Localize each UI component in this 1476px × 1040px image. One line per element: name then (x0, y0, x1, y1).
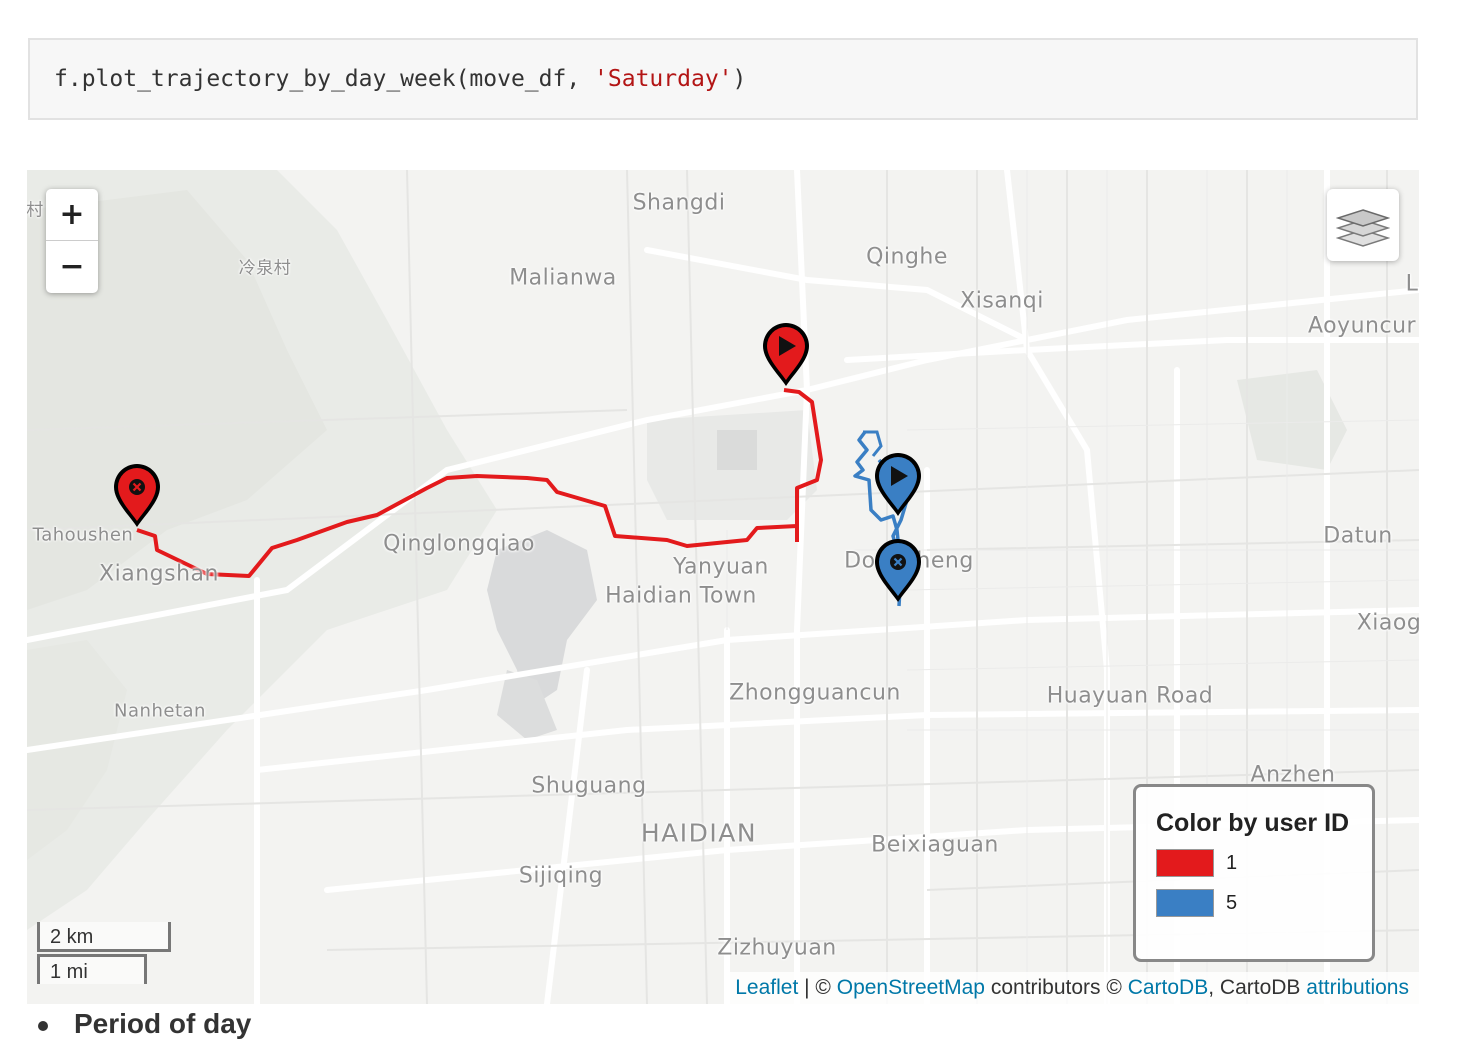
place-label: Qinghe (866, 244, 948, 270)
place-label: Beixiaguan (871, 832, 999, 858)
marker-user-1-start[interactable] (760, 320, 812, 388)
attribution-text: contributors © (985, 976, 1128, 999)
place-label: Shangdi (632, 190, 726, 216)
place-label: HAIDIAN (640, 818, 758, 848)
legend-title: Color by user ID (1156, 809, 1350, 837)
marker-user-5-start[interactable] (872, 450, 924, 518)
place-label: Huayuan Road (1046, 683, 1214, 709)
legend: Color by user ID 1 5 (1133, 784, 1375, 962)
openstreetmap-link[interactable]: OpenStreetMap (837, 976, 985, 999)
bullet-icon (38, 1020, 48, 1031)
place-label: Qinglongqiao (383, 531, 535, 557)
zoom-control: + − (46, 189, 98, 293)
layers-control-button[interactable] (1327, 189, 1399, 261)
place-label: L (1405, 271, 1419, 297)
place-label: Xisanqi (960, 288, 1044, 314)
place-label: Zhongguancun (729, 680, 901, 706)
place-label: Zizhuyuan (717, 935, 837, 961)
place-label: Yanyuan (673, 554, 769, 580)
place-label: Xiangshan (99, 561, 219, 587)
section-heading: Period of day (38, 1008, 251, 1040)
scale-mi: 1 mi (37, 954, 147, 984)
place-label: Aoyuncur (1307, 313, 1417, 339)
place-label: 村 (27, 200, 44, 221)
times-circle-icon (129, 479, 145, 495)
section-heading-text: Period of day (74, 1008, 252, 1039)
place-label: Sijiqing (518, 863, 604, 889)
legend-label: 1 (1226, 851, 1238, 874)
layers-icon (1336, 209, 1390, 247)
legend-label: 5 (1226, 891, 1238, 914)
times-circle-icon (890, 554, 906, 570)
place-label: Datun (1323, 523, 1393, 549)
legend-item: 5 (1156, 888, 1372, 918)
attribution-text: | © (798, 976, 837, 999)
place-label: Malianwa (509, 265, 617, 291)
zoom-out-button[interactable]: − (46, 241, 98, 292)
legend-swatch (1156, 849, 1214, 877)
marker-user-5-end[interactable] (872, 536, 924, 604)
leaflet-link[interactable]: Leaflet (735, 976, 798, 999)
place-label: Nanhetan (114, 700, 206, 722)
place-label: Shuguang (531, 773, 647, 799)
map-container[interactable]: 村 Shangdi 冷泉村 Malianwa Qinghe Xisanqi Ao… (27, 170, 1419, 1004)
scale-bar: 2 km 1 mi (37, 922, 177, 994)
code-line: f.plot_trajectory_by_day_week(move_df, '… (54, 66, 746, 92)
place-label: Haidian Town (605, 583, 757, 609)
zoom-in-button[interactable]: + (46, 189, 98, 241)
code-suffix: ) (732, 66, 747, 92)
code-prefix: f.plot_trajectory_by_day_week(move_df, (54, 66, 595, 92)
cartodb-link[interactable]: CartoDB (1128, 976, 1209, 999)
legend-item: 1 (1156, 848, 1372, 878)
marker-user-1-end[interactable] (111, 461, 163, 529)
code-string-arg: 'Saturday' (594, 66, 733, 92)
place-label: 冷泉村 (238, 258, 292, 279)
attribution-text: , CartoDB (1208, 976, 1307, 999)
attributions-link[interactable]: attributions (1306, 976, 1409, 999)
place-label: Xiaog (1356, 610, 1419, 636)
attribution: Leaflet | © OpenStreetMap contributors ©… (727, 972, 1419, 1004)
scale-km: 2 km (37, 922, 171, 952)
code-cell[interactable]: f.plot_trajectory_by_day_week(move_df, '… (28, 38, 1418, 120)
legend-swatch (1156, 889, 1214, 917)
